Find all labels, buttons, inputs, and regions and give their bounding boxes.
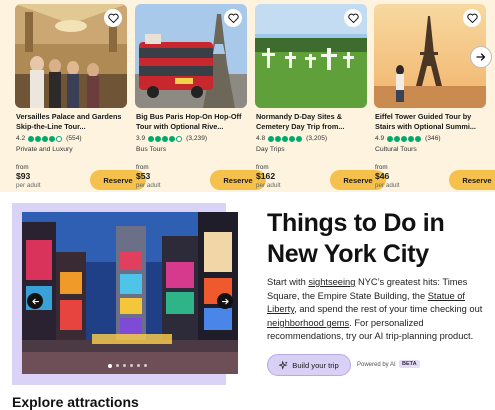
review-count: (554): [66, 135, 82, 142]
rating-bubble: [401, 135, 408, 142]
tour-price: $162: [256, 171, 276, 181]
pager-dot[interactable]: [123, 364, 126, 367]
rating-bubble: [387, 135, 394, 142]
tour-price: $53: [136, 171, 151, 181]
save-heart-icon[interactable]: [463, 9, 481, 27]
hero-description: Start with sightseeing NYC’s greatest hi…: [267, 276, 485, 344]
save-heart-icon[interactable]: [104, 9, 122, 27]
tour-category: Private and Luxury: [16, 146, 73, 153]
rating-bubble: [49, 135, 56, 142]
hero-next-arrow-icon[interactable]: [217, 293, 233, 309]
pager-dot[interactable]: [144, 364, 147, 367]
carousel-next-arrow-icon[interactable]: [470, 46, 492, 68]
build-your-trip-button[interactable]: Build your trip: [267, 354, 351, 376]
page-title: Things to Do in New York City: [267, 209, 445, 268]
tour-image-versailles[interactable]: [15, 4, 127, 108]
tour-card[interactable]: Normandy D-Day Sites & Cemetery Day Trip…: [255, 4, 386, 190]
hero-pager[interactable]: [108, 363, 151, 368]
tour-category: Cultural Tours: [375, 146, 417, 153]
powered-by-ai-label: Powered by AI: [357, 362, 396, 368]
price-from-label: from: [16, 164, 29, 171]
neighborhood-gems-link[interactable]: neighborhood gems: [267, 318, 349, 328]
tour-image-bus[interactable]: [135, 4, 247, 108]
price-unit: per adult: [16, 182, 41, 189]
tour-rating: 4.8 (3,205): [256, 134, 327, 143]
rating-bubble: [289, 135, 296, 142]
section-heading: Explore attractions: [12, 394, 139, 410]
rating-bubble: [296, 135, 303, 142]
tour-card[interactable]: Versailles Palace and Gardens Skip-the-L…: [15, 4, 146, 190]
rating-bubble: [275, 135, 282, 142]
tour-category: Day Trips: [256, 146, 285, 153]
tour-card[interactable]: Eiffel Tower Guided Tour by Stairs with …: [374, 4, 495, 190]
rating-bubble: [56, 135, 63, 142]
price-from-label: from: [375, 164, 388, 171]
description-text: , and spend the rest of your time checki…: [294, 304, 483, 315]
tour-rating: 4.9 (346): [375, 134, 441, 143]
rating-bubbles: [28, 135, 63, 142]
tour-rating: 3.9 (3,239): [136, 134, 207, 143]
tour-title[interactable]: Big Bus Paris Hop-On Hop-Off Tour with O…: [136, 112, 248, 131]
rating-value: 3.9: [136, 135, 146, 142]
save-heart-icon[interactable]: [224, 9, 242, 27]
save-heart-icon[interactable]: [344, 9, 362, 27]
rating-bubble: [268, 135, 275, 142]
review-count: (346): [425, 135, 441, 142]
rating-value: 4.2: [16, 135, 26, 142]
hero-prev-arrow-icon[interactable]: [27, 293, 43, 309]
price-unit: per adult: [375, 182, 400, 189]
rating-bubbles: [387, 135, 422, 142]
review-count: (3,239): [186, 135, 208, 142]
price-from-label: from: [136, 164, 149, 171]
rating-bubbles: [148, 135, 183, 142]
rating-bubble: [155, 135, 162, 142]
rating-bubble: [415, 135, 422, 142]
description-text: Start with: [267, 277, 309, 287]
price-unit: per adult: [136, 182, 161, 189]
rating-bubble: [148, 135, 155, 142]
rating-bubbles: [268, 135, 303, 142]
rating-bubble: [35, 135, 42, 142]
beta-badge: BETA: [399, 360, 420, 368]
price-unit: per adult: [256, 182, 281, 189]
tour-category: Bus Tours: [136, 146, 167, 153]
tour-card[interactable]: Big Bus Paris Hop-On Hop-Off Tour with O…: [135, 4, 266, 190]
pager-dot[interactable]: [108, 363, 112, 368]
tour-title[interactable]: Versailles Palace and Gardens Skip-the-L…: [16, 112, 128, 131]
tour-price: $93: [16, 171, 31, 181]
tour-title[interactable]: Eiffel Tower Guided Tour by Stairs with …: [375, 112, 487, 131]
tour-title[interactable]: Normandy D-Day Sites & Cemetery Day Trip…: [256, 112, 368, 131]
pager-dot[interactable]: [116, 364, 119, 367]
rating-bubble: [169, 135, 176, 142]
rating-bubble: [282, 135, 289, 142]
rating-bubble: [42, 135, 49, 142]
rating-bubble: [408, 135, 415, 142]
sightseeing-link[interactable]: sightseeing: [308, 277, 355, 287]
rating-value: 4.9: [375, 135, 385, 142]
rating-bubble: [394, 135, 401, 142]
price-from-label: from: [256, 164, 269, 171]
hero-image-times-square[interactable]: [22, 212, 238, 374]
sparkle-icon: [279, 360, 288, 370]
pager-dot[interactable]: [137, 364, 140, 367]
tour-image-normandy[interactable]: [255, 4, 367, 108]
tour-rating: 4.2 (554): [16, 134, 82, 143]
build-your-trip-label: Build your trip: [292, 360, 339, 370]
rating-bubble: [28, 135, 35, 142]
tour-price: $46: [375, 171, 390, 181]
reserve-button[interactable]: Reserve: [449, 170, 495, 190]
pager-dot[interactable]: [130, 364, 133, 367]
tour-carousel: Versailles Palace and Gardens Skip-the-L…: [0, 0, 495, 192]
review-count: (3,205): [306, 135, 328, 142]
rating-value: 4.8: [256, 135, 266, 142]
rating-bubble: [176, 135, 183, 142]
rating-bubble: [162, 135, 169, 142]
